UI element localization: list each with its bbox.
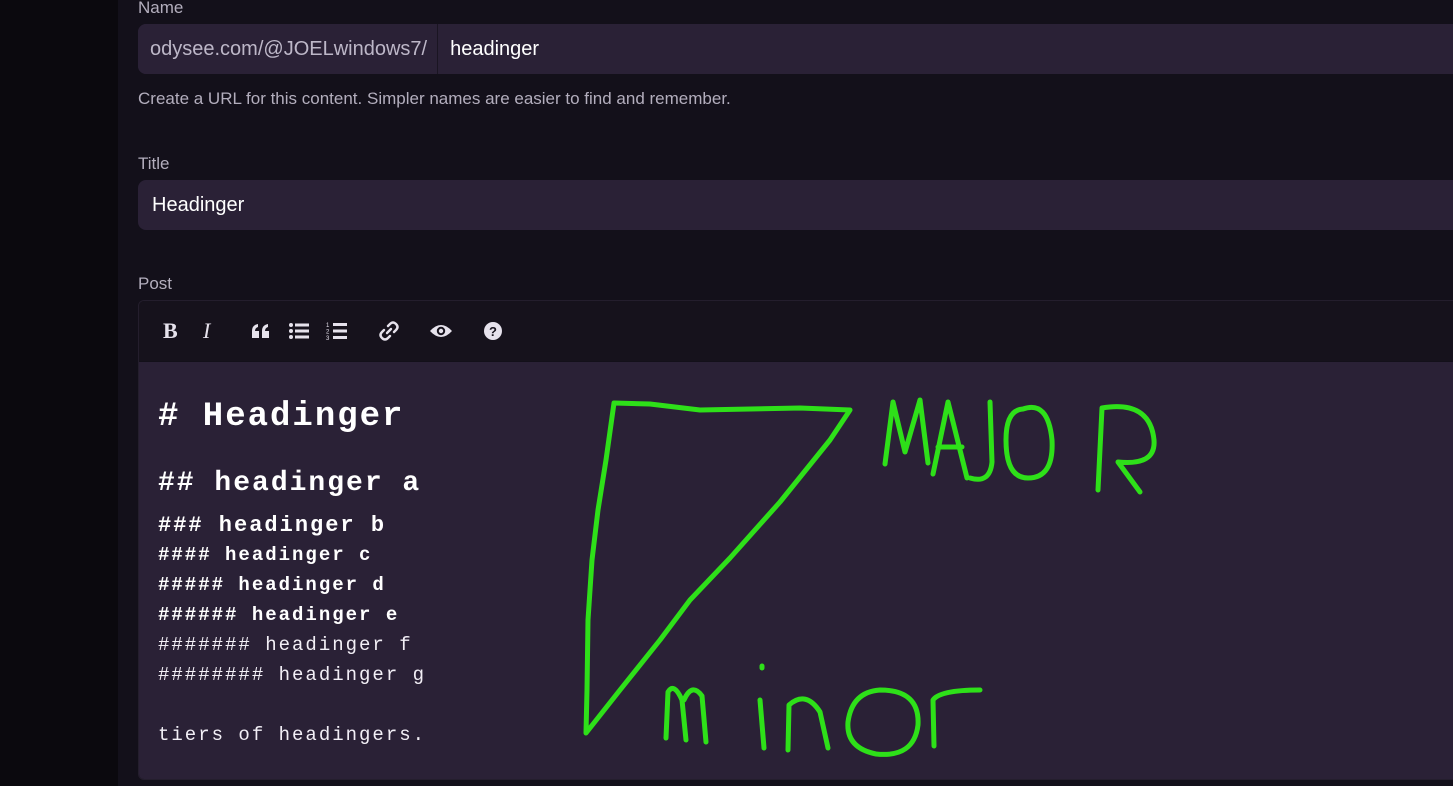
name-field: odysee.com/@JOELwindows7/ headinger <box>138 24 1453 74</box>
left-sidebar-strip <box>0 0 118 786</box>
name-input[interactable]: headinger <box>438 38 539 61</box>
name-label: Name <box>138 0 184 17</box>
link-icon[interactable] <box>375 317 403 345</box>
markdown-line-h5: ##### headinger d <box>158 574 386 596</box>
markdown-line-h4: #### headinger c <box>158 544 373 566</box>
ordered-list-icon[interactable]: 1 2 3 <box>323 317 351 345</box>
svg-text:B: B <box>163 320 178 342</box>
preview-eye-icon[interactable] <box>427 317 455 345</box>
title-label: Title <box>138 154 170 173</box>
markdown-line-h1: # Headinger <box>158 398 405 436</box>
editor-toolbar: B I 1 2 3 ? <box>139 301 1453 361</box>
post-content-textarea[interactable]: # Headinger ## headinger a ### headinger… <box>139 362 1453 779</box>
markdown-line-h7: ####### headinger f <box>158 634 413 656</box>
quote-icon[interactable] <box>247 317 275 345</box>
url-prefix: odysee.com/@JOELwindows7/ <box>138 24 439 74</box>
svg-text:3: 3 <box>326 336 330 341</box>
svg-text:?: ? <box>489 324 497 339</box>
svg-text:2: 2 <box>326 330 330 336</box>
markdown-line-h8: ######## headinger g <box>158 664 427 686</box>
markdown-line-h2: ## headinger a <box>158 468 422 499</box>
name-helper-text: Create a URL for this content. Simpler n… <box>138 89 731 108</box>
svg-text:I: I <box>202 320 212 342</box>
markdown-line-h6: ###### headinger e <box>158 604 400 626</box>
bold-icon[interactable]: B <box>157 317 185 345</box>
italic-icon[interactable]: I <box>195 317 223 345</box>
markdown-editor: B I 1 2 3 ? # Headinger ## headinger a #… <box>138 300 1453 780</box>
svg-text:1: 1 <box>326 323 330 329</box>
help-icon[interactable]: ? <box>479 317 507 345</box>
post-label: Post <box>138 274 173 293</box>
markdown-line-h3: ### headinger b <box>158 513 387 538</box>
markdown-paragraph: tiers of headingers. <box>158 724 427 746</box>
unordered-list-icon[interactable] <box>285 317 313 345</box>
title-input[interactable]: Headinger <box>138 180 1453 230</box>
